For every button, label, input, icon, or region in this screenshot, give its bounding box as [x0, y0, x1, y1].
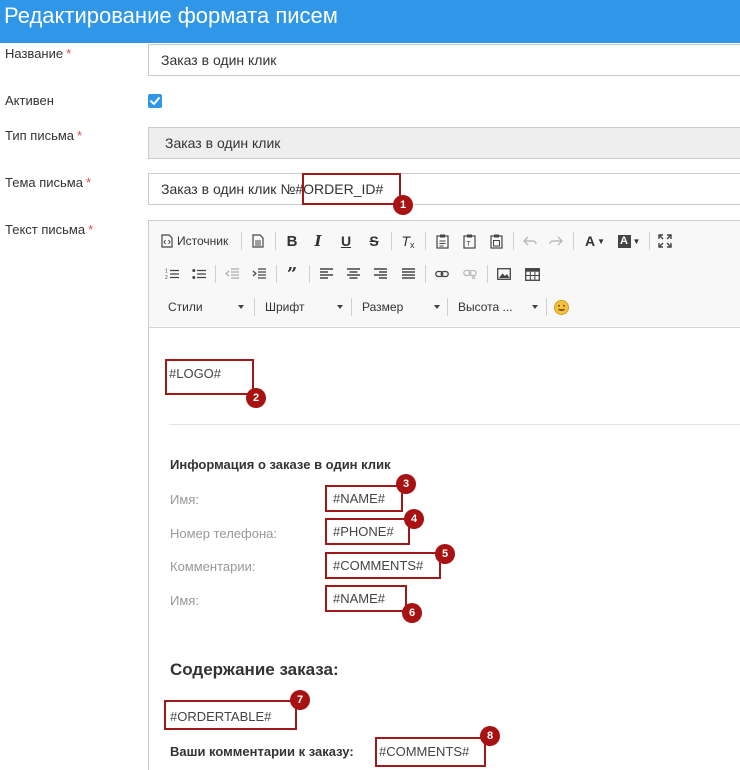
bullet-list-icon[interactable] — [190, 264, 208, 284]
link-icon[interactable] — [433, 264, 451, 284]
align-justify-icon[interactable] — [399, 264, 417, 284]
source-label: Источник — [177, 234, 229, 248]
required-mark: * — [66, 46, 72, 61]
svg-text:1: 1 — [165, 269, 168, 275]
maximize-icon[interactable] — [656, 231, 674, 251]
paste-icon[interactable] — [433, 231, 451, 251]
annotation-badge-5: 5 — [435, 544, 455, 564]
required-mark: * — [88, 222, 94, 237]
align-left-icon[interactable] — [317, 264, 335, 284]
redo-icon[interactable] — [547, 231, 565, 251]
table-icon[interactable] — [523, 264, 541, 284]
annotation-badge-8: 8 — [480, 726, 500, 746]
check-icon — [150, 97, 160, 105]
field-label-phone: Номер телефона: — [170, 526, 277, 541]
align-center-icon[interactable] — [344, 264, 362, 284]
paste-word-icon[interactable] — [487, 231, 505, 251]
bold-icon[interactable]: B — [283, 231, 301, 251]
body-label: Текст письма * — [5, 222, 94, 237]
font-dropdown[interactable]: Шрифт — [257, 296, 347, 318]
document-icon — [252, 234, 264, 248]
annotation-box-1 — [302, 173, 401, 205]
editor-content[interactable]: #LOGO# 2 Информация о заказе в один клик… — [149, 328, 740, 770]
italic-icon[interactable]: I — [309, 231, 327, 251]
emoji-icon[interactable] — [552, 297, 570, 317]
annotation-box-5 — [325, 552, 441, 579]
background-color-icon[interactable]: A ▼ — [615, 231, 643, 251]
annotation-box-6 — [325, 585, 407, 612]
svg-text:2: 2 — [165, 275, 168, 280]
required-mark: * — [85, 175, 92, 190]
styles-dropdown[interactable]: Стили — [160, 296, 248, 318]
type-label: Тип письма * — [5, 128, 83, 143]
annotation-badge-3: 3 — [396, 474, 416, 494]
outdent-icon[interactable] — [223, 264, 241, 284]
annotation-badge-7: 7 — [290, 690, 310, 710]
field-label-name: Имя: — [170, 492, 199, 507]
undo-icon[interactable] — [521, 231, 539, 251]
page-title: Редактирование формата писем — [4, 3, 338, 28]
info-title: Информация о заказе в один клик — [170, 457, 391, 472]
editor-toolbar: Источник B I U S Tx T A ▼ A ▼ 1 2 ” Стил… — [149, 221, 740, 328]
annotation-box-3 — [325, 485, 403, 512]
underline-icon[interactable]: U — [337, 231, 355, 251]
line-height-dropdown[interactable]: Высота ... — [450, 296, 542, 318]
annotation-box-7 — [164, 700, 297, 730]
page-header: Редактирование формата писем — [0, 0, 740, 43]
svg-text:T: T — [466, 241, 471, 248]
annotation-box-2 — [165, 359, 254, 395]
annotation-box-4 — [325, 518, 410, 545]
chevron-down-icon — [238, 305, 244, 309]
chevron-down-icon — [532, 305, 538, 309]
source-button[interactable]: Источник — [161, 231, 228, 251]
strikethrough-icon[interactable]: S — [365, 231, 383, 251]
annotation-badge-6: 6 — [402, 603, 422, 623]
field-label-name-2: Имя: — [170, 593, 199, 608]
blockquote-icon[interactable]: ” — [283, 264, 301, 285]
field-label-comments: Комментарии: — [170, 559, 256, 574]
subject-input[interactable]: Заказ в один клик №#ORDER_ID# — [148, 173, 740, 205]
subject-prefix: Заказ в один клик № — [161, 181, 296, 197]
required-mark: * — [77, 128, 83, 143]
name-input[interactable]: Заказ в один клик — [148, 44, 740, 76]
size-dropdown[interactable]: Размер — [354, 296, 444, 318]
name-label: Название * — [5, 46, 72, 61]
rich-text-editor[interactable]: Источник B I U S Tx T A ▼ A ▼ 1 2 ” Стил… — [148, 220, 740, 770]
order-section-title: Содержание заказа: — [170, 660, 339, 679]
unlink-icon[interactable] — [461, 264, 479, 284]
text-color-icon[interactable]: A ▼ — [581, 231, 609, 251]
type-field: Заказ в один клик — [148, 127, 740, 159]
numbered-list-icon[interactable]: 12 — [163, 264, 181, 284]
image-icon[interactable] — [495, 264, 513, 284]
divider — [169, 424, 740, 425]
chevron-down-icon — [434, 305, 440, 309]
source-icon — [161, 234, 173, 248]
remove-format-icon[interactable]: Tx — [399, 231, 417, 251]
document-button[interactable] — [249, 231, 267, 251]
active-checkbox[interactable] — [148, 94, 162, 108]
paste-text-icon[interactable]: T — [460, 231, 478, 251]
chevron-down-icon — [337, 305, 343, 309]
annotation-badge-2: 2 — [246, 388, 266, 408]
annotation-box-8 — [375, 737, 486, 767]
comments-label: Ваши комментарии к заказу: — [170, 744, 354, 759]
active-label: Активен — [5, 93, 54, 108]
indent-icon[interactable] — [250, 264, 268, 284]
subject-label: Тема письма * — [5, 175, 92, 190]
annotation-badge-4: 4 — [404, 509, 424, 529]
align-right-icon[interactable] — [371, 264, 389, 284]
annotation-badge-1: 1 — [393, 195, 413, 215]
